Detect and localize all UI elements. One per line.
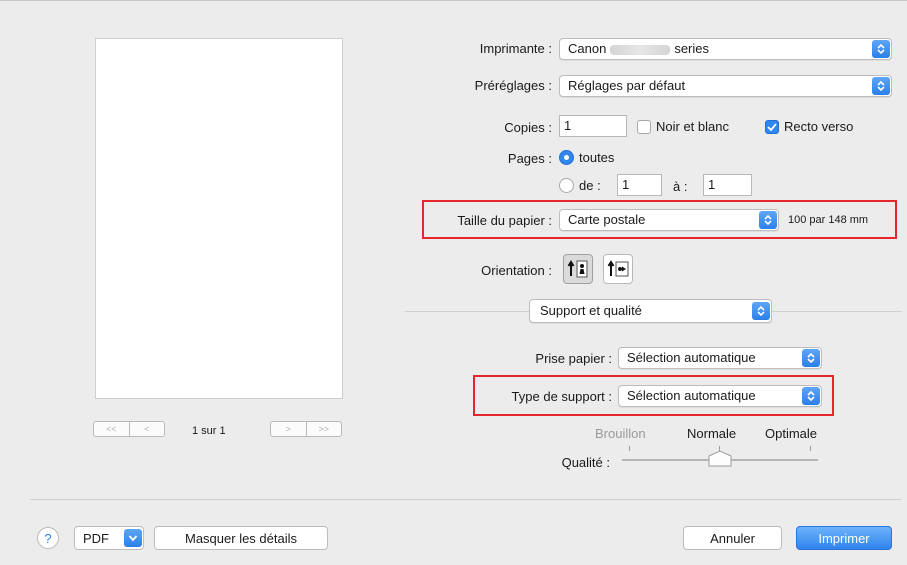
pdf-menu-button[interactable]: PDF (74, 526, 144, 550)
pages-all-label: toutes (579, 150, 615, 165)
redacted-model (610, 44, 671, 55)
pdf-label: PDF (83, 530, 109, 546)
first-page-button[interactable]: << (94, 422, 129, 436)
pages-all-radio-row[interactable]: toutes (559, 150, 614, 165)
duplex-checkbox-row[interactable]: Recto verso (765, 119, 853, 134)
paper-source-value: Sélection automatique (627, 350, 756, 365)
quality-label: Qualité : (561, 455, 610, 470)
presets-value: Réglages par défaut (568, 78, 686, 93)
updown-chevron-icon (802, 387, 820, 405)
updown-chevron-icon (872, 77, 890, 95)
updown-chevron-icon (802, 349, 820, 367)
printer-label: Imprimante : (479, 41, 552, 56)
pages-all-radio[interactable] (559, 150, 574, 165)
quality-level-normal: Normale (687, 426, 737, 441)
copies-label: Copies : (504, 120, 552, 135)
next-page-button[interactable]: > (271, 422, 306, 436)
orientation-label: Orientation : (481, 263, 552, 278)
paper-size-select[interactable]: Carte postale (559, 209, 779, 231)
print-button[interactable]: Imprimer (796, 526, 892, 550)
hide-details-button[interactable]: Masquer les détails (154, 526, 328, 550)
media-type-value: Sélection automatique (627, 388, 756, 403)
quality-tick (810, 446, 811, 451)
bw-checkbox-row[interactable]: Noir et blanc (637, 119, 729, 134)
paper-source-select[interactable]: Sélection automatique (618, 347, 822, 369)
quality-slider-thumb[interactable] (708, 450, 732, 468)
media-type-label: Type de support : (511, 389, 612, 404)
portrait-icon (567, 260, 588, 278)
prev-page-button[interactable]: < (128, 422, 165, 436)
orientation-landscape-button[interactable] (603, 254, 633, 284)
pages-from-label: de : (579, 178, 601, 193)
pages-label: Pages : (507, 151, 552, 166)
printer-select[interactable]: Canon series (559, 38, 892, 60)
page-indicator: 1 sur 1 (192, 425, 226, 437)
chevron-down-icon (124, 529, 142, 547)
printer-name-prefix: Canon (568, 41, 607, 56)
bw-checkbox[interactable] (637, 119, 651, 134)
pages-from-field[interactable]: 1 (617, 174, 662, 196)
presets-select[interactable]: Réglages par défaut (559, 75, 892, 97)
bw-label: Noir et blanc (656, 119, 729, 134)
pages-range-radio[interactable] (559, 178, 574, 193)
pages-range-radio-row[interactable]: de : (559, 178, 601, 193)
quality-level-best: Optimale (765, 426, 818, 441)
updown-chevron-icon (759, 211, 777, 229)
section-select[interactable]: Support et qualité (529, 299, 772, 323)
orientation-portrait-button[interactable] (563, 254, 593, 284)
pager-back-group: << < (93, 421, 165, 437)
media-type-select[interactable]: Sélection automatique (618, 385, 822, 407)
paper-dimensions: 100 par 148 mm (788, 214, 869, 226)
updown-chevron-icon (752, 302, 770, 320)
duplex-label: Recto verso (784, 119, 854, 134)
page-preview (95, 38, 343, 399)
help-button[interactable]: ? (37, 527, 59, 549)
pages-to-field[interactable]: 1 (703, 174, 752, 196)
paper-size-value: Carte postale (568, 212, 646, 227)
last-page-button[interactable]: >> (305, 422, 342, 436)
footer-separator (30, 499, 901, 500)
quality-tick (629, 446, 630, 451)
section-value: Support et qualité (540, 303, 642, 318)
cancel-button[interactable]: Annuler (683, 526, 782, 550)
landscape-icon (607, 260, 629, 277)
copies-field[interactable]: 1 (559, 115, 627, 137)
paper-size-label: Taille du papier : (457, 213, 552, 228)
paper-source-label: Prise papier : (535, 351, 612, 366)
print-dialog: << < 1 sur 1 > >> Imprimante : Canon seri… (0, 0, 907, 565)
quality-level-draft: Brouillon (595, 426, 646, 441)
updown-chevron-icon (872, 40, 890, 58)
presets-label: Préréglages : (474, 78, 552, 93)
duplex-checkbox[interactable] (765, 119, 779, 134)
quality-slider[interactable] (622, 446, 818, 470)
checkmark-icon (767, 122, 777, 131)
printer-name-suffix: series (674, 41, 709, 56)
pages-to-label: à : (673, 179, 688, 194)
pager-forward-group: > >> (270, 421, 342, 437)
